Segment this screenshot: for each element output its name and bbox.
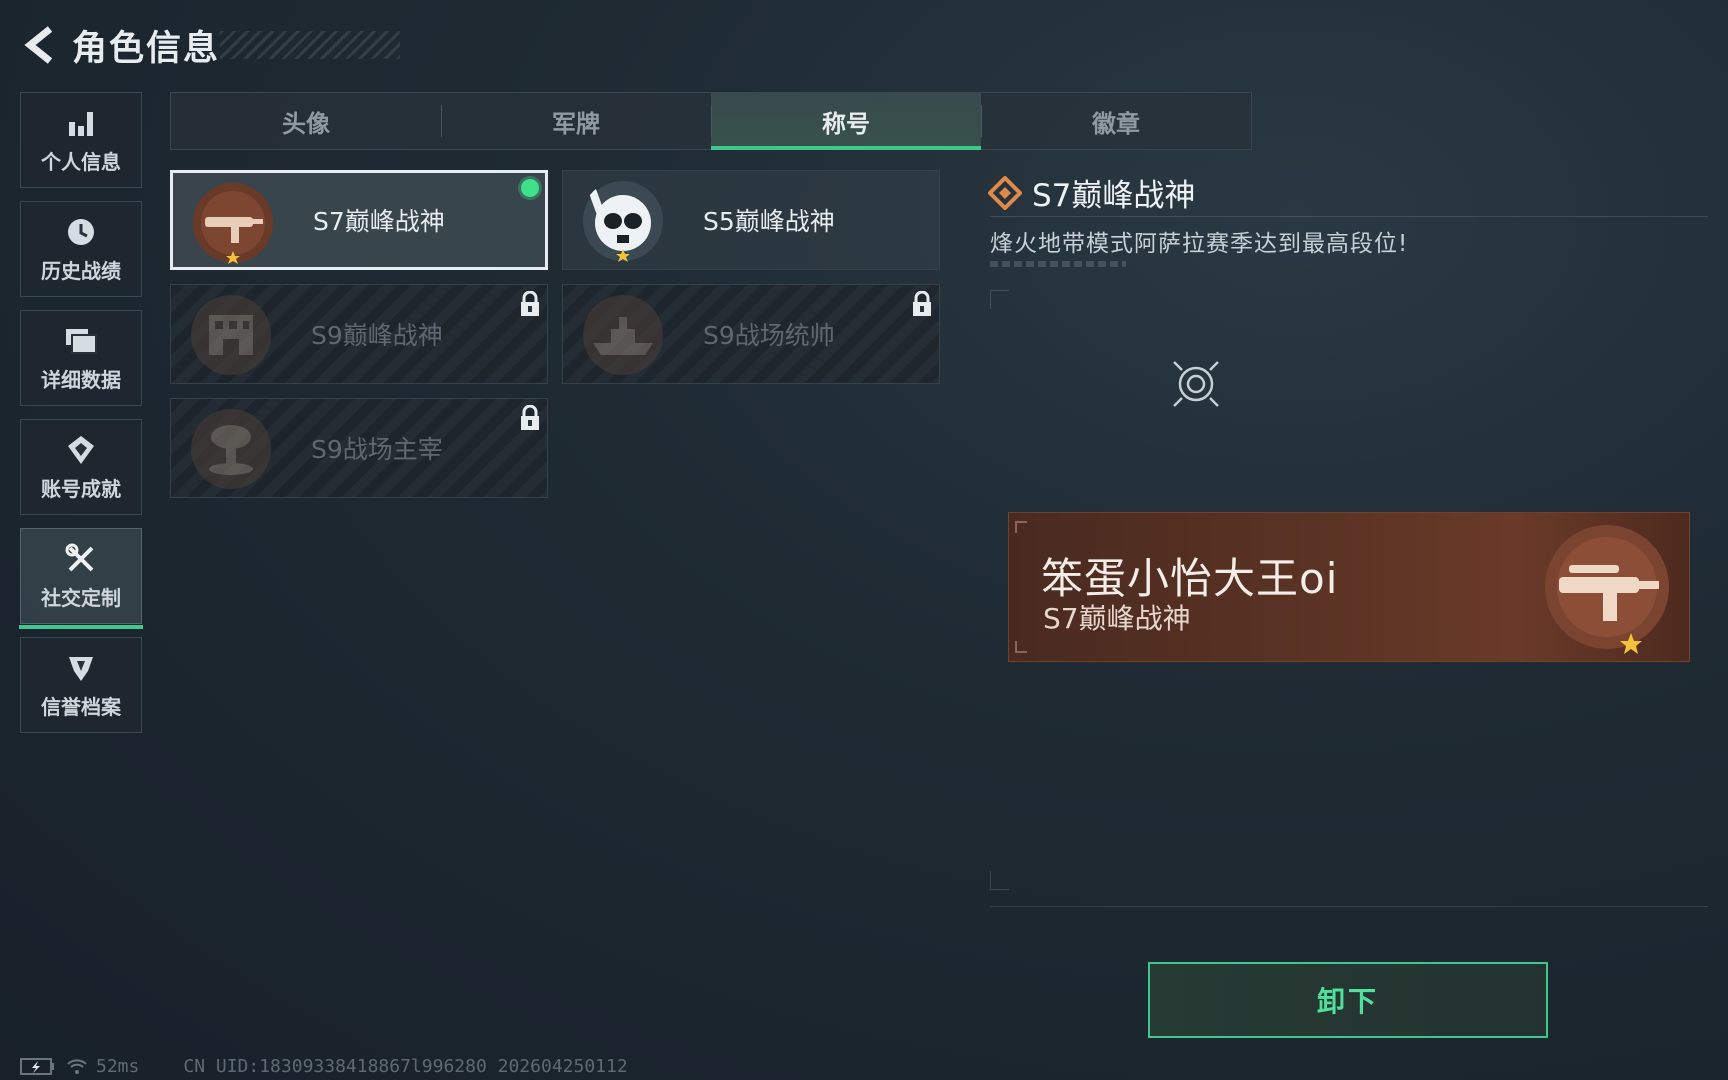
tab-title[interactable]: 称号	[711, 93, 981, 150]
lock-icon	[521, 291, 539, 316]
sidebar-item-achievements[interactable]: 账号成就	[20, 419, 142, 515]
folder-icon	[64, 324, 98, 358]
nameplate-corner	[1015, 641, 1027, 653]
tab-dogtag[interactable]: 军牌	[441, 93, 711, 149]
nameplate-corner	[1015, 521, 1027, 533]
achievement-icon	[64, 433, 98, 467]
detail-description: 烽火地带模式阿萨拉赛季达到最高段位!	[990, 231, 1409, 257]
bar-chart-icon	[64, 106, 98, 140]
title-card[interactable]: S7巅峰战神	[170, 170, 548, 270]
unequip-button[interactable]: 卸下	[1148, 962, 1548, 1038]
back-arrow-icon[interactable]	[20, 23, 60, 67]
header: 角色信息	[20, 20, 401, 70]
lock-icon	[521, 405, 539, 430]
detail-title: S7巅峰战神	[1032, 178, 1196, 214]
sidebar-item-label: 详细数据	[41, 367, 121, 392]
sidebar-item-label: 历史战绩	[41, 258, 121, 283]
ship-emblem-icon	[583, 295, 663, 375]
building-emblem-icon	[191, 295, 271, 375]
rifle-emblem-icon	[1545, 525, 1669, 654]
frame-corner	[990, 871, 1009, 890]
sidebar-item-label: 社交定制	[41, 585, 121, 610]
title-card-name: S9战场主宰	[311, 435, 443, 464]
nameplate-title: S7巅峰战神	[1043, 602, 1191, 635]
tab-badge[interactable]: 徽章	[981, 93, 1251, 149]
title-diamond-icon	[988, 175, 1022, 210]
sidebar-item-label: 个人信息	[41, 149, 121, 174]
detail-decoration	[990, 261, 1126, 267]
ping-value: 52ms	[96, 1055, 140, 1077]
nameplate-preview: 笨蛋小怡大王oi S7巅峰战神	[1008, 512, 1690, 662]
title-card-name: S9战场统帅	[703, 321, 835, 350]
title-card[interactable]: S5巅峰战神	[562, 170, 940, 270]
focus-target-icon	[1173, 361, 1219, 407]
title-decoration	[220, 31, 401, 59]
title-card-name: S5巅峰战神	[703, 207, 835, 236]
tab-avatar[interactable]: 头像	[171, 93, 441, 149]
uid-text: CN UID:18309338418867l996280 20260425011…	[183, 1055, 628, 1077]
tools-icon	[64, 542, 98, 576]
skull-emblem-icon	[583, 181, 663, 262]
credit-shield-icon	[64, 651, 98, 685]
sidebar-item-detailed-data[interactable]: 详细数据	[20, 310, 142, 406]
page-title: 角色信息	[72, 28, 221, 69]
equipped-indicator	[521, 179, 539, 197]
title-card-name: S7巅峰战神	[313, 207, 445, 236]
sidebar-item-credit[interactable]: 信誉档案	[20, 637, 142, 733]
action-divider	[990, 906, 1708, 907]
sidebar-item-social-custom[interactable]: 社交定制	[19, 528, 143, 629]
rifle-emblem-icon	[193, 183, 273, 264]
title-card[interactable]: S9战场主宰	[170, 398, 548, 498]
lock-icon	[913, 291, 931, 316]
detail-divider	[990, 216, 1708, 217]
title-card-name: S9巅峰战神	[311, 321, 443, 350]
battery-icon	[20, 1058, 54, 1075]
wifi-icon	[67, 1059, 87, 1074]
sidebar: 个人信息 历史战绩 详细数据 账号成就 社交定制 信誉档案	[19, 92, 144, 746]
sidebar-item-personal-info[interactable]: 个人信息	[20, 92, 142, 188]
title-card[interactable]: S9巅峰战神	[170, 284, 548, 384]
history-clock-icon	[64, 215, 98, 249]
sidebar-item-label: 信誉档案	[41, 694, 121, 719]
explosion-emblem-icon	[191, 409, 271, 489]
tab-bar: 头像 军牌 称号 徽章	[170, 92, 1252, 150]
detail-header: S7巅峰战神	[988, 170, 1195, 215]
title-card[interactable]: S9战场统帅	[562, 284, 940, 384]
status-footer: 52ms CN UID:18309338418867l996280 202604…	[20, 1054, 628, 1078]
frame-corner	[990, 290, 1009, 309]
sidebar-item-label: 账号成就	[41, 476, 121, 501]
sidebar-item-history[interactable]: 历史战绩	[20, 201, 142, 297]
